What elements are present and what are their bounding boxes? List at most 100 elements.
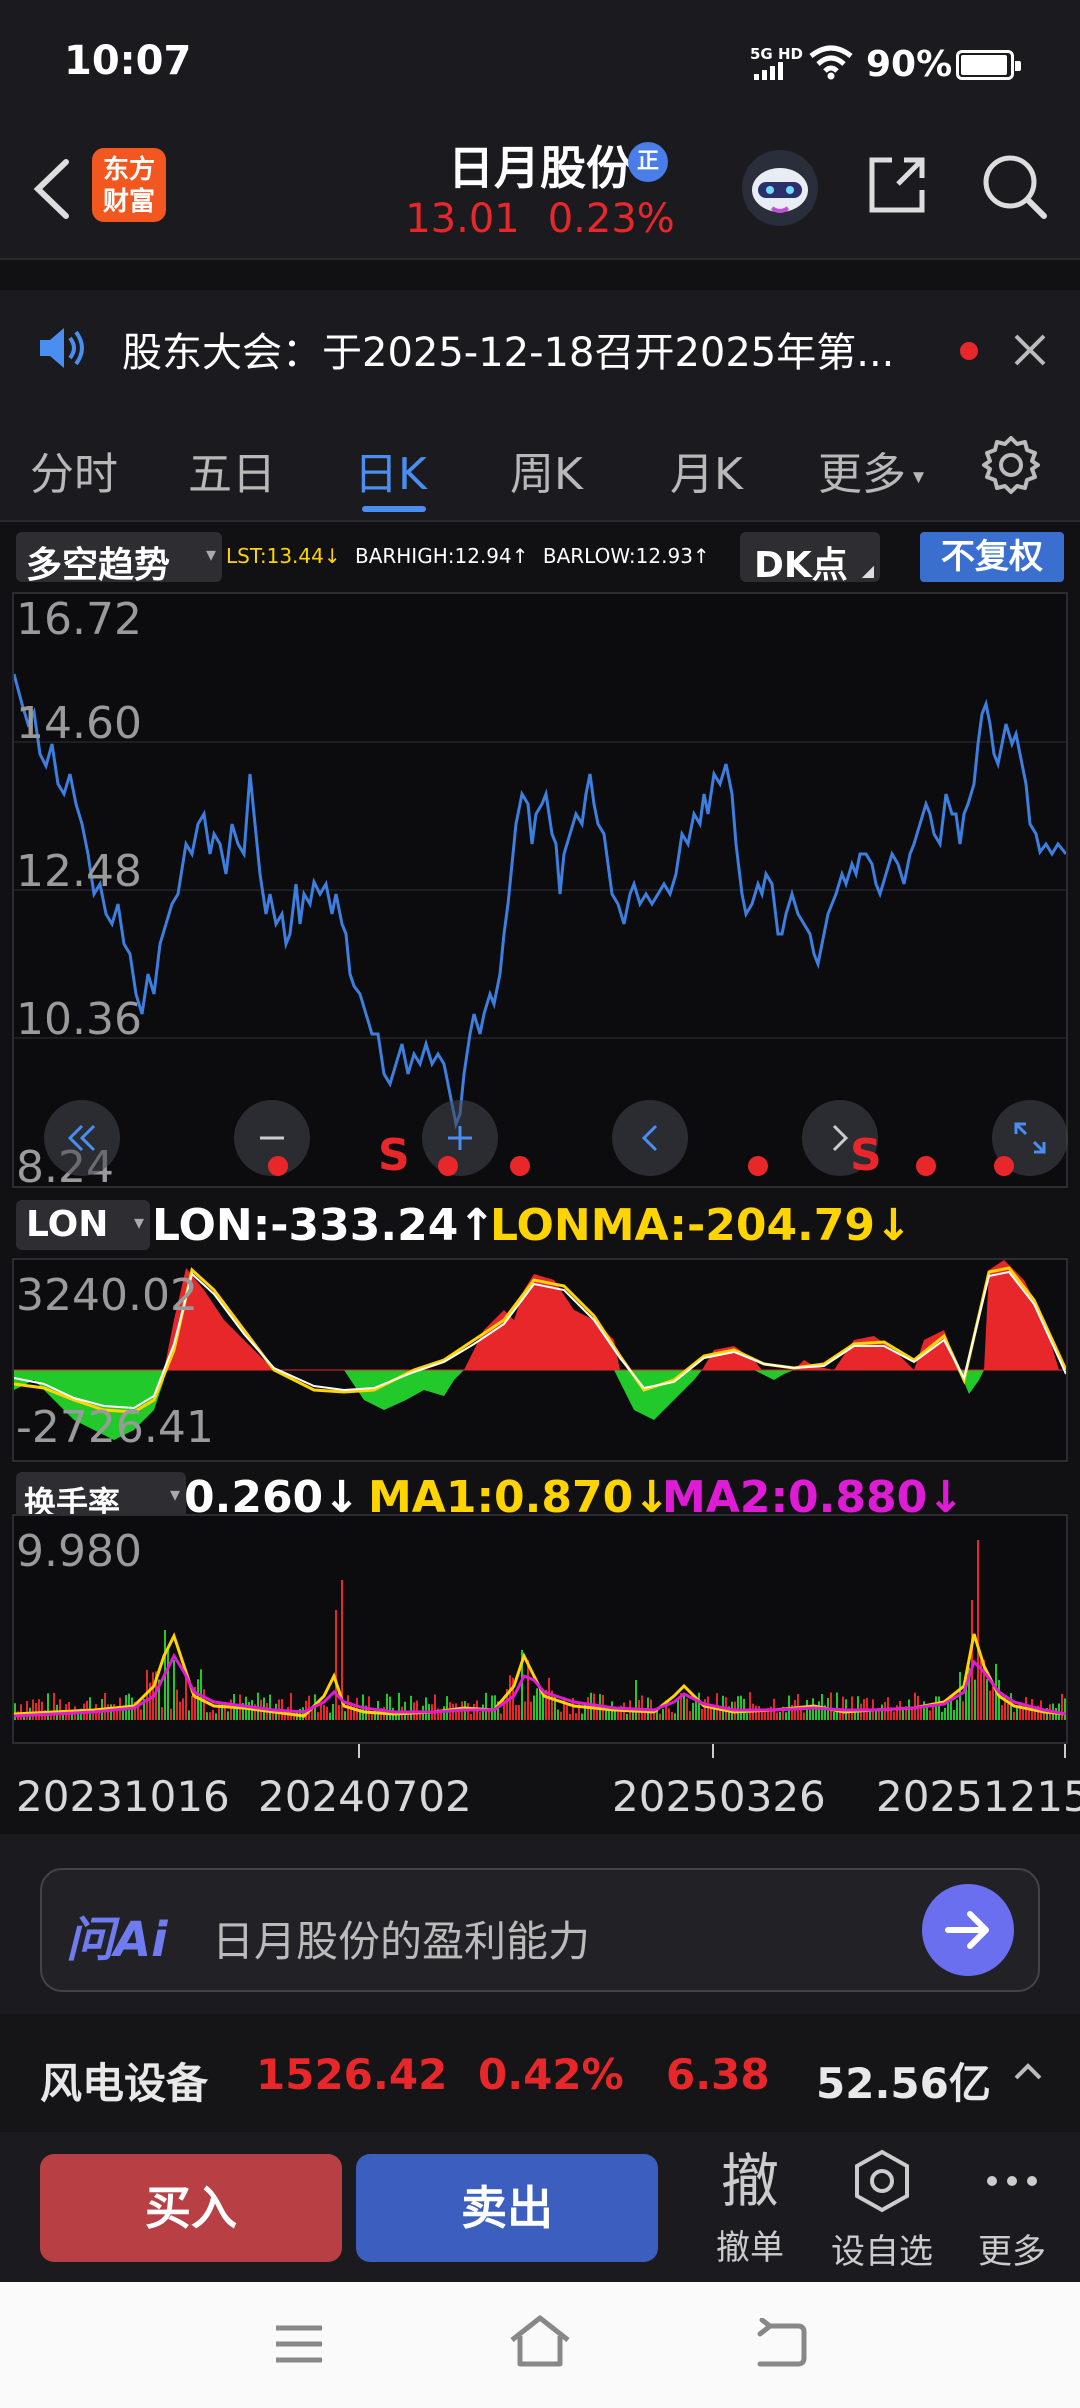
add-watchlist-label: 设自选 xyxy=(831,2232,933,2272)
lon-value: LON:-333.24↑ xyxy=(152,1200,496,1251)
corner-arrow-icon: ◢ xyxy=(861,561,874,580)
turnover-bar xyxy=(566,1705,568,1720)
tab-daily-k[interactable]: 日K xyxy=(354,438,427,502)
lon-selector[interactable]: LON ▾ xyxy=(16,1200,150,1250)
lon-chart[interactable]: 3240.02 -2726.41 xyxy=(12,1258,1068,1462)
scroll-to-start-button[interactable] xyxy=(44,1100,120,1176)
turnover-chart[interactable]: 9.980 xyxy=(12,1514,1068,1744)
turnover-bar xyxy=(935,1696,937,1720)
turnover-bar xyxy=(191,1695,193,1720)
turnover-bar xyxy=(104,1692,106,1720)
turnover-bar xyxy=(317,1712,319,1720)
close-icon[interactable] xyxy=(1006,326,1054,374)
home-icon[interactable] xyxy=(506,2312,574,2370)
chevron-down-icon: ▾ xyxy=(906,464,925,490)
ai-placeholder: 日月股份的盈利能力 xyxy=(212,1917,591,1966)
turnover-bar xyxy=(389,1696,391,1720)
tab-five-day[interactable]: 五日 xyxy=(188,438,276,502)
buy-button[interactable]: 买入 xyxy=(40,2154,342,2262)
turnover-bar xyxy=(203,1689,205,1720)
cancel-order-button[interactable]: 撤 撤单 xyxy=(690,2148,810,2269)
share-icon[interactable] xyxy=(862,150,932,220)
turnover-bar xyxy=(683,1694,685,1720)
back-arrow-icon[interactable] xyxy=(22,154,82,224)
sector-row[interactable]: 风电设备 1526.42 0.42% 6.38 52.56亿 xyxy=(0,2014,1080,2132)
turnover-bar xyxy=(107,1704,109,1720)
lst-value: LST:13.44↓ xyxy=(226,544,341,568)
turnover-bar xyxy=(893,1711,895,1720)
robot-assistant-icon[interactable] xyxy=(740,148,820,228)
battery-percent: 90% xyxy=(866,44,953,85)
turnover-bar xyxy=(212,1709,214,1720)
sector-name: 风电设备 xyxy=(40,2059,209,2108)
turnover-bar xyxy=(971,1600,973,1720)
turnover-bar xyxy=(32,1699,34,1720)
turnover-bar xyxy=(41,1701,43,1720)
app-logo[interactable]: 东方 财富 xyxy=(92,148,166,222)
sell-button[interactable]: 卖出 xyxy=(356,2154,658,2262)
turnover-bar xyxy=(941,1711,943,1720)
turnover-bar xyxy=(467,1703,469,1720)
menu-icon[interactable] xyxy=(272,2322,326,2366)
add-watchlist-button[interactable]: 设自选 xyxy=(822,2148,942,2273)
turnover-bar xyxy=(698,1692,700,1720)
turnover-bar xyxy=(209,1712,211,1720)
turnover-bar xyxy=(206,1712,208,1720)
ai-send-button[interactable] xyxy=(922,1884,1014,1976)
ai-question-input[interactable]: 问Ai 日月股份的盈利能力 xyxy=(40,1868,1040,1992)
turnover-bar xyxy=(974,1679,976,1720)
search-icon[interactable] xyxy=(978,150,1050,222)
lonma-value: LONMA:-204.79↓ xyxy=(490,1200,912,1251)
turnover-bar xyxy=(641,1695,643,1720)
turnover-bar xyxy=(695,1701,697,1720)
turnover-bar xyxy=(749,1692,751,1720)
turnover-bar xyxy=(911,1709,913,1720)
turnover-bar xyxy=(977,1540,979,1720)
turnover-bar xyxy=(857,1696,859,1720)
turnover-bar xyxy=(182,1698,184,1720)
turnover-bar xyxy=(302,1707,304,1720)
turnover-bar xyxy=(488,1710,490,1720)
turnover-bar xyxy=(227,1711,229,1720)
lon-y-min: -2726.41 xyxy=(16,1402,214,1453)
notice-banner[interactable]: 股东大会：于2025-12-18召开2025年第... xyxy=(0,290,1080,406)
tab-more-label: 更多 xyxy=(818,449,906,500)
turnover-bar xyxy=(902,1708,904,1720)
dk-point-toggle[interactable]: DK点 ◢ xyxy=(740,532,880,586)
zoom-in-button[interactable] xyxy=(422,1100,498,1176)
tab-more[interactable]: 更多 ▾ xyxy=(818,438,924,502)
turnover-bar xyxy=(842,1696,844,1720)
stock-name: 日月股份 xyxy=(448,141,632,195)
turnover-bar xyxy=(59,1699,61,1720)
date-tick xyxy=(1064,1744,1066,1758)
turnover-bar xyxy=(137,1706,139,1720)
more-button[interactable]: 更多 xyxy=(952,2148,1072,2273)
indicator-selector[interactable]: 多空趋势 ▾ xyxy=(16,532,222,586)
turnover-bar xyxy=(473,1703,475,1720)
turnover-bar xyxy=(662,1709,664,1720)
back-icon[interactable] xyxy=(752,2318,810,2368)
network-indicator: 5G HD xyxy=(750,45,803,63)
chevron-down-icon: ▾ xyxy=(133,1210,144,1234)
tab-monthly-k[interactable]: 月K xyxy=(670,438,743,502)
status-time: 10:07 xyxy=(64,38,192,84)
turnover-bar xyxy=(818,1701,820,1720)
turnover-bar xyxy=(326,1706,328,1720)
turnover-bar xyxy=(938,1696,940,1720)
signal-dot xyxy=(994,1156,1014,1176)
indicator-bar: 多空趋势 ▾ LST:13.44↓ BARHIGH:12.94↑ BARLOW:… xyxy=(0,526,1080,588)
tab-intraday[interactable]: 分时 xyxy=(30,438,118,502)
tab-weekly-k[interactable]: 周K xyxy=(510,438,583,502)
period-tabs: 分时 五日 日K 周K 月K 更多 ▾ xyxy=(0,406,1080,522)
turnover-bar xyxy=(923,1701,925,1720)
stock-badge: 正 xyxy=(628,142,668,182)
adjustment-button[interactable]: 不复权 xyxy=(920,532,1064,582)
turnover-bar xyxy=(833,1711,835,1720)
y-axis-label: 14.60 xyxy=(16,698,142,749)
turnover-bar xyxy=(1016,1707,1018,1720)
scroll-left-button[interactable] xyxy=(612,1100,688,1176)
price-chart[interactable]: 16.72 14.60 12.48 10.36 8.24 S S xyxy=(12,592,1068,1193)
date-label: 20250326 xyxy=(612,1772,826,1821)
chevron-up-icon[interactable] xyxy=(1010,2058,1046,2086)
gear-icon[interactable] xyxy=(980,434,1042,496)
